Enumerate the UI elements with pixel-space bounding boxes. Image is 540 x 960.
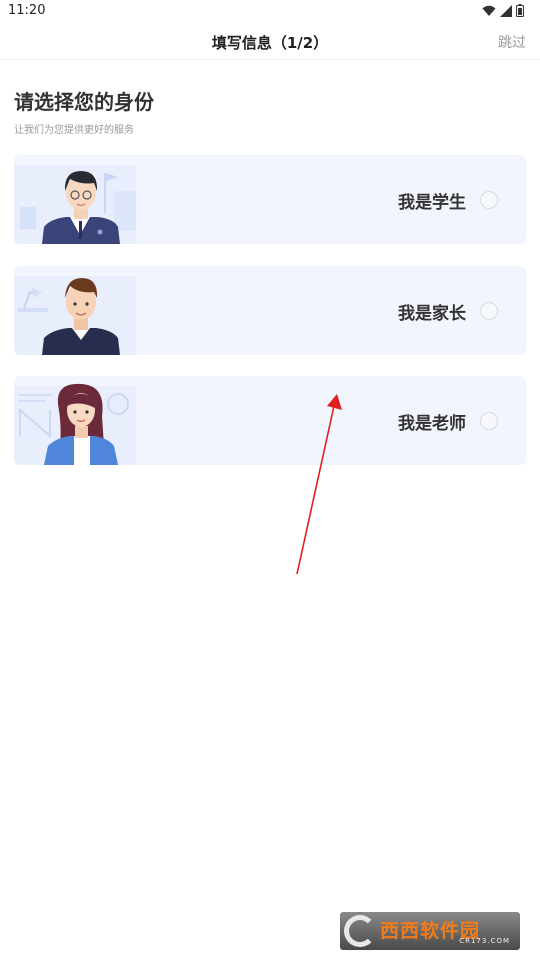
status-bar: 11:20 — [0, 0, 540, 24]
parent-illustration-icon — [14, 276, 136, 355]
status-time: 11:20 — [8, 3, 46, 18]
teacher-illustration-icon — [14, 383, 136, 465]
section-heading: 请选择您的身份 — [14, 90, 154, 114]
role-radio-student[interactable] — [480, 191, 498, 209]
role-label-parent: 我是家长 — [398, 304, 466, 324]
role-card-parent[interactable]: 我是家长 — [14, 266, 526, 355]
site-watermark: 西西软件园 CR173.COM — [340, 912, 520, 950]
battery-icon — [516, 4, 524, 17]
role-radio-teacher[interactable] — [480, 412, 498, 430]
role-card-teacher[interactable]: 我是老师 — [14, 376, 526, 465]
section-subheading: 让我们为您提供更好的服务 — [14, 125, 134, 136]
role-label-student: 我是学生 — [398, 193, 466, 213]
watermark-subtext: CR173.COM — [459, 937, 510, 945]
nav-bar: 填写信息（1/2） 跳过 — [0, 24, 540, 60]
watermark-logo-icon — [344, 915, 376, 947]
wifi-icon — [482, 5, 496, 17]
signal-icon — [500, 4, 512, 17]
skip-button[interactable]: 跳过 — [498, 32, 526, 52]
annotation-arrow-icon — [296, 394, 342, 575]
student-illustration-icon — [14, 165, 136, 244]
role-card-student[interactable]: 我是学生 — [14, 155, 526, 244]
role-label-teacher: 我是老师 — [398, 414, 466, 434]
status-icons — [482, 4, 524, 17]
page-title: 填写信息（1/2） — [211, 34, 329, 52]
role-radio-parent[interactable] — [480, 302, 498, 320]
